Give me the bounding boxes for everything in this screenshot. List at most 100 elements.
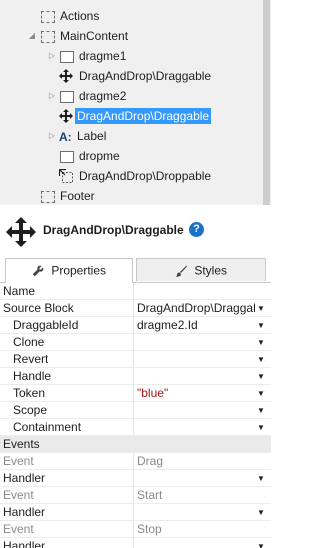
- wrench-icon: [32, 265, 44, 277]
- property-value[interactable]: dragme2.Id: [137, 317, 255, 333]
- dropdown-arrow-icon[interactable]: ▼: [256, 351, 266, 367]
- handler-label: Handler: [3, 471, 46, 485]
- tree-scrollbar[interactable]: [262, 0, 271, 205]
- property-row-source-block[interactable]: Source Block DragAndDrop\Draggable ▼: [0, 300, 271, 317]
- container-icon: [40, 186, 56, 205]
- section-title: Events: [3, 437, 40, 451]
- selected-widget-header: DragAndDrop\Draggable ?: [0, 205, 271, 257]
- event-label: Event: [3, 488, 34, 502]
- tab-properties[interactable]: Properties: [5, 258, 133, 283]
- handler-label: Handler: [3, 539, 46, 548]
- property-row-scope[interactable]: Scope ▼: [0, 402, 271, 419]
- property-value[interactable]: [137, 351, 255, 367]
- tree-node-label: dragme2: [79, 89, 127, 103]
- property-row-revert[interactable]: Revert ▼: [0, 351, 271, 368]
- dropdown-arrow-icon[interactable]: ▼: [256, 300, 266, 316]
- property-row-token[interactable]: Token "blue" ▼: [0, 385, 271, 402]
- handler-value[interactable]: [137, 538, 255, 548]
- dropdown-arrow-icon[interactable]: ▼: [256, 470, 266, 486]
- dropdown-arrow-icon[interactable]: ▼: [256, 368, 266, 384]
- event-row-stop: Event Stop: [0, 521, 271, 538]
- property-value[interactable]: "blue": [137, 385, 255, 401]
- property-row-clone[interactable]: Clone ▼: [0, 334, 271, 351]
- handler-row-stop[interactable]: Handler ▼: [0, 538, 271, 548]
- event-row-drag: Event Drag: [0, 453, 271, 470]
- dropdown-arrow-icon[interactable]: ▼: [256, 419, 266, 435]
- tree-node-dragme1[interactable]: ▷ dragme1: [48, 46, 188, 66]
- help-icon[interactable]: ?: [189, 222, 204, 237]
- property-name: Handle: [13, 369, 52, 383]
- properties-grid: Name Source Block DragAndDrop\Draggable …: [0, 283, 271, 548]
- tree-node-dropme[interactable]: dropme: [59, 146, 199, 166]
- tree-node-label: DragAndDrop\Draggable: [75, 108, 212, 124]
- property-row-name[interactable]: Name: [0, 283, 271, 300]
- handler-value[interactable]: [137, 504, 255, 520]
- tree-node-label-widget[interactable]: ▷ A: Label: [48, 126, 188, 146]
- property-name: Revert: [13, 352, 49, 366]
- property-row-draggableid[interactable]: DraggableId dragme2.Id ▼: [0, 317, 271, 334]
- tree-node-dragme2[interactable]: ▷ dragme2: [48, 86, 188, 106]
- tree-node-label: Actions: [60, 9, 100, 23]
- tree-node-label: Label: [77, 129, 107, 143]
- property-name: DraggableId: [13, 318, 79, 332]
- move-icon: [59, 66, 75, 86]
- property-row-handle[interactable]: Handle ▼: [0, 368, 271, 385]
- handler-value[interactable]: [137, 470, 255, 486]
- dropdown-arrow-icon[interactable]: ▼: [256, 334, 266, 350]
- events-section-header: Events: [0, 436, 271, 453]
- label-icon: A:: [59, 130, 72, 144]
- dropdown-arrow-icon[interactable]: ▼: [256, 538, 266, 548]
- widget-title: DragAndDrop\Draggable: [43, 223, 184, 237]
- container-icon: [59, 86, 75, 106]
- tree-node-actions[interactable]: Actions: [40, 6, 180, 26]
- handler-row-drag[interactable]: Handler ▼: [0, 470, 271, 487]
- droppable-icon: [59, 166, 75, 186]
- dropdown-arrow-icon[interactable]: ▼: [256, 385, 266, 401]
- scrollbar-thumb[interactable]: [263, 0, 270, 205]
- property-value[interactable]: [137, 419, 255, 435]
- brush-icon: [175, 265, 187, 277]
- widget-tree: Actions ◢ MainContent ▷ dragme1 DragAndD…: [0, 0, 271, 205]
- event-name: Stop: [137, 522, 162, 536]
- property-name: Scope: [13, 403, 48, 417]
- tree-node-maincontent[interactable]: ◢ MainContent: [28, 26, 188, 46]
- handler-label: Handler: [3, 505, 46, 519]
- property-value[interactable]: DragAndDrop\Draggable: [137, 300, 255, 316]
- tree-node-draggable-1[interactable]: DragAndDrop\Draggable: [59, 66, 239, 86]
- event-row-start: Event Start: [0, 487, 271, 504]
- property-name: Clone: [13, 335, 45, 349]
- container-icon: [40, 26, 56, 46]
- collapsed-arrow-icon[interactable]: ▷: [48, 46, 56, 66]
- move-icon: [6, 217, 36, 247]
- tree-node-label: DragAndDrop\Droppable: [79, 169, 212, 183]
- property-value[interactable]: [137, 402, 255, 418]
- expanded-arrow-icon[interactable]: ◢: [28, 26, 36, 46]
- dropdown-arrow-icon[interactable]: ▼: [256, 402, 266, 418]
- tree-node-label: dragme1: [79, 49, 127, 63]
- handler-row-start[interactable]: Handler ▼: [0, 504, 271, 521]
- property-name: Source Block: [3, 301, 74, 315]
- tree-node-draggable-2[interactable]: DragAndDrop\Draggable: [59, 106, 239, 126]
- tree-node-droppable[interactable]: DragAndDrop\Droppable: [59, 166, 249, 186]
- tree-node-label: dropme: [79, 149, 120, 163]
- tab-styles[interactable]: Styles: [136, 258, 266, 281]
- property-value[interactable]: [137, 368, 255, 384]
- collapsed-arrow-icon[interactable]: ▷: [48, 86, 56, 106]
- tree-node-footer[interactable]: Footer: [40, 186, 180, 205]
- property-name: Name: [3, 284, 36, 298]
- dropdown-arrow-icon[interactable]: ▼: [256, 504, 266, 520]
- event-label: Event: [3, 522, 34, 536]
- property-value[interactable]: [137, 283, 255, 299]
- event-label: Event: [3, 454, 34, 468]
- container-icon: [40, 6, 56, 26]
- tree-node-label: Footer: [60, 189, 95, 203]
- dropdown-arrow-icon[interactable]: ▼: [256, 317, 266, 333]
- event-name: Drag: [137, 454, 164, 468]
- collapsed-arrow-icon[interactable]: ▷: [48, 126, 56, 146]
- event-name: Start: [137, 488, 163, 502]
- tab-label: Styles: [194, 263, 228, 278]
- container-icon: [59, 146, 75, 166]
- container-icon: [59, 46, 75, 66]
- property-value[interactable]: [137, 334, 255, 350]
- property-row-containment[interactable]: Containment ▼: [0, 419, 271, 436]
